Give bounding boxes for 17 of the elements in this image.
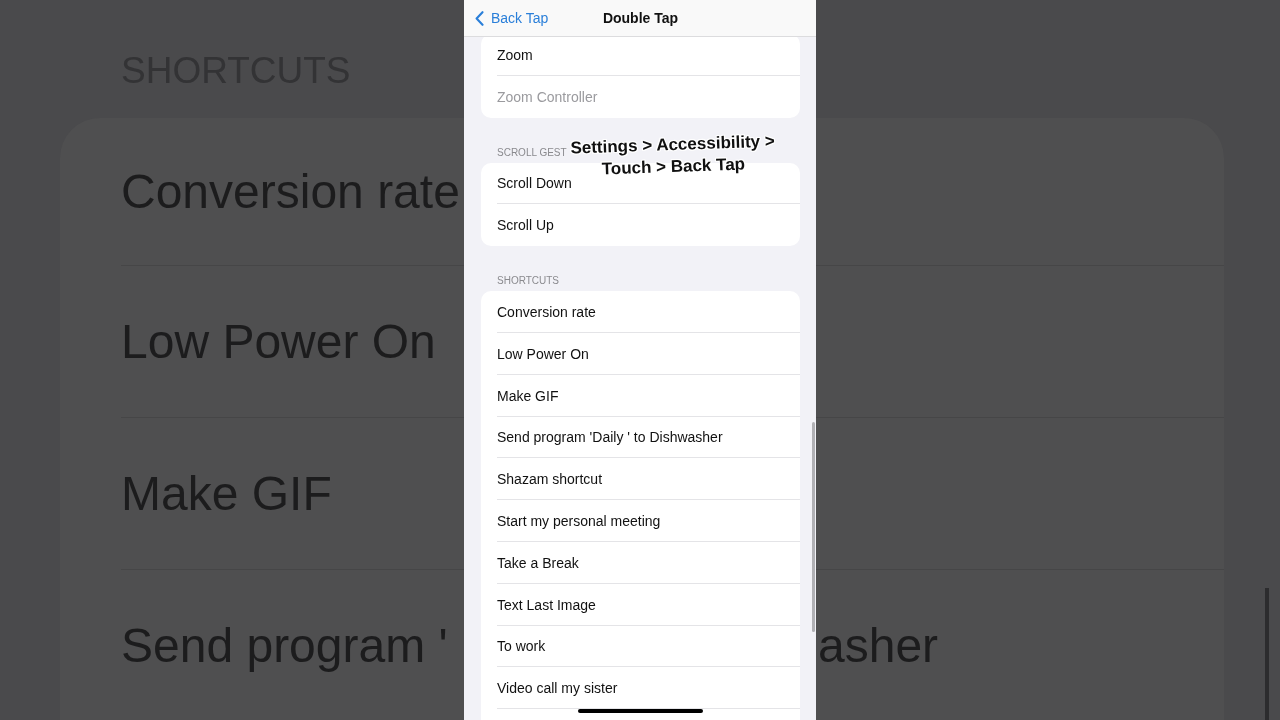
list-row[interactable]: Send program 'Daily ' to Dishwasher [481, 416, 800, 459]
list-row[interactable]: To work [481, 625, 800, 668]
section-header: SCROLL GEST [497, 146, 567, 158]
list-row[interactable]: Make GIF [481, 374, 800, 417]
list-row[interactable]: Text Last Image [481, 583, 800, 626]
list-row[interactable]: Scroll Up [481, 204, 800, 247]
list-row[interactable]: Shazam shortcut [481, 458, 800, 501]
list-row[interactable]: Video call my sister [481, 667, 800, 710]
list-row[interactable]: Zoom [481, 34, 800, 76]
section-header: SHORTCUTS [497, 275, 560, 287]
list-row[interactable]: Take a Break [481, 541, 800, 584]
list-row[interactable]: Low Power On [481, 333, 800, 375]
chevron-left-icon [475, 10, 484, 26]
list-row[interactable]: Start my personal meeting [481, 500, 800, 542]
back-button[interactable]: Back Tap [475, 10, 549, 26]
screen-title: Double Tap [602, 10, 679, 26]
list-row[interactable]: Conversion rate [481, 291, 800, 333]
